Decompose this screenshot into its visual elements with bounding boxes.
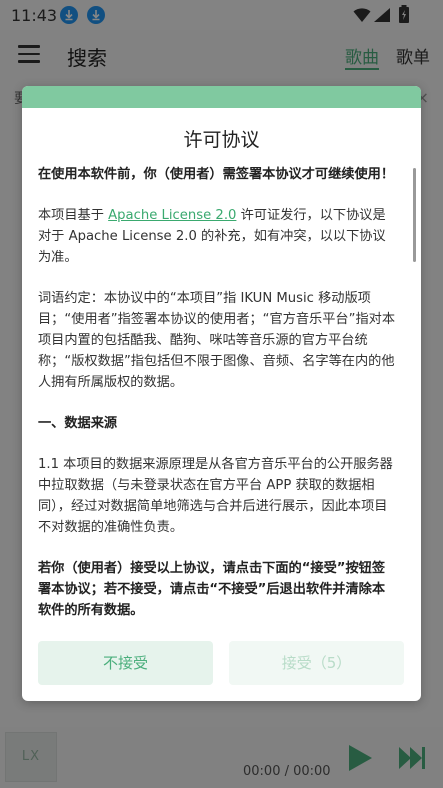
paragraph-terms: 词语约定：本协议中的“本项目”指 IKUN Music 移动版项目；“使用者”指…: [38, 291, 396, 390]
section-heading: 一、数据来源: [38, 416, 118, 431]
dialog-header-strip: [22, 86, 421, 108]
dialog-title: 许可协议: [183, 129, 260, 151]
decline-button[interactable]: 不接受: [38, 641, 213, 685]
intro-text: 在使用本软件前，你（使用者）需签署本协议才可继续使用！: [38, 167, 395, 182]
paragraph-data-source: 1.1 本项目的数据来源原理是从各官方音乐平台的公开服务器中拉取数据（与未登录状…: [38, 457, 393, 535]
scrollbar[interactable]: [413, 168, 416, 262]
paragraph-license: 本项目基于 Apache License 2.0 许可证发行，以下协议是对于 A…: [38, 208, 386, 265]
license-dialog: 许可协议 在使用本软件前，你（使用者）需签署本协议才可继续使用！ 本项目基于 A…: [22, 86, 421, 701]
dialog-body[interactable]: 在使用本软件前，你（使用者）需签署本协议才可继续使用！ 本项目基于 Apache…: [38, 164, 398, 632]
apache-license-link[interactable]: Apache License 2.0: [108, 208, 236, 223]
closing-text: 若你（使用者）接受以上协议，请点击下面的“接受”按钮签署本协议；若不接受，请点击…: [38, 561, 386, 618]
accept-button[interactable]: 接受（5）: [229, 641, 404, 685]
